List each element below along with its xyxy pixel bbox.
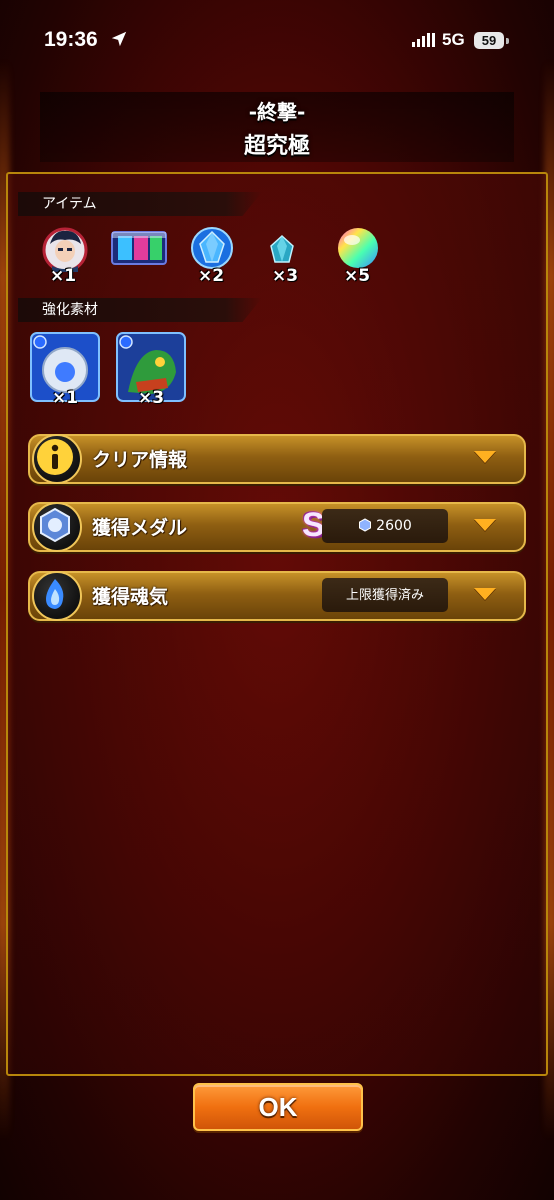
ok-button[interactable]: OK (193, 1083, 363, 1131)
item-rainbow-orb[interactable]: ×5 (334, 226, 384, 286)
chevron-down-icon[interactable] (474, 451, 496, 463)
soul-bar[interactable]: 獲得魂気 上限獲得済み (28, 571, 526, 621)
chevron-down-icon[interactable] (474, 588, 496, 600)
results-panel: アイテム ×1 ×2 ×3 ×5 強化素材 ×1 ×3 クリア情報 獲得メダル … (6, 172, 548, 1076)
page-subtitle: 超究極 (243, 134, 310, 159)
item-qty: ×5 (344, 266, 371, 286)
battery-icon: 59 (474, 32, 504, 49)
medal-small-icon (359, 518, 372, 532)
medal-value: 2600 (376, 518, 412, 534)
material-qty: ×1 (52, 388, 79, 408)
soul-value-box: 上限獲得済み (322, 578, 448, 612)
item-small-crystal[interactable]: ×3 (262, 226, 312, 286)
medal-value-box: 2600 (322, 509, 448, 543)
item-character[interactable]: ×1 (40, 226, 90, 286)
status-bar: 19:36 5G 59 (0, 0, 554, 84)
soul-icon-frame (32, 571, 82, 621)
medal-bar[interactable]: 獲得メダル S 2600 (28, 502, 526, 552)
signal-icon (412, 33, 435, 47)
page-title: -終撃- (248, 100, 306, 124)
clear-info-bar[interactable]: クリア情報 (28, 434, 526, 484)
network-type: 5G (442, 30, 465, 49)
item-card[interactable] (110, 226, 167, 280)
blue-crystal-icon (191, 227, 233, 269)
soul-label: 獲得魂気 (92, 586, 169, 608)
items-section-label: アイテム (42, 196, 97, 212)
chevron-down-icon[interactable] (474, 519, 496, 531)
clear-info-label: クリア情報 (92, 449, 188, 471)
material-green-monster[interactable]: ×3 (116, 332, 188, 408)
item-qty: ×2 (198, 266, 225, 286)
location-arrow-icon (111, 31, 127, 47)
item-blue-crystal[interactable]: ×2 (188, 226, 238, 286)
material-blue-monster[interactable]: ×1 (30, 332, 102, 408)
medal-icon (40, 507, 70, 543)
item-qty: ×1 (50, 266, 77, 286)
info-icon-frame (32, 434, 82, 484)
card-item-icon (111, 231, 167, 265)
item-qty: ×3 (272, 266, 299, 286)
small-blue-crystal-icon (270, 234, 294, 263)
items-section-header: アイテム (18, 192, 262, 216)
medal-icon-frame (32, 502, 82, 552)
soul-flame-icon (46, 579, 64, 609)
soul-value: 上限獲得済み (345, 588, 424, 603)
medal-label: 獲得メダル (92, 517, 188, 539)
status-time: 19:36 (44, 28, 98, 51)
battery-tip (506, 38, 509, 44)
materials-section-header: 強化素材 (18, 298, 262, 322)
materials-section-label: 強化素材 (42, 302, 98, 318)
material-qty: ×3 (138, 388, 165, 408)
info-icon (37, 439, 73, 475)
